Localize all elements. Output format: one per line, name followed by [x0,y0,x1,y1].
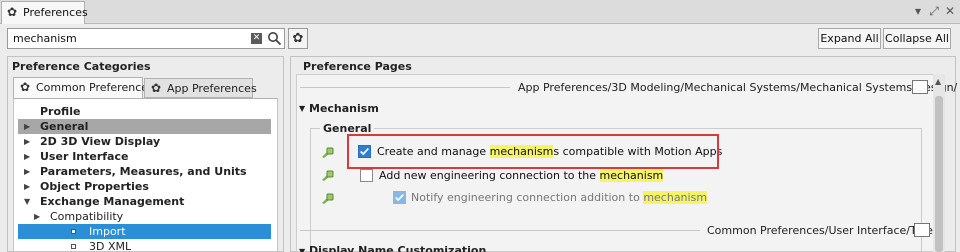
expanded-arrow-icon[interactable]: ▼ [24,194,30,209]
path-link[interactable]: Common Preferences/User Interface/Tree/ [707,224,937,237]
minimize-chevron-icon[interactable]: ▾ [912,4,924,18]
gear-icon: ✿ [7,5,18,19]
open-page-icon[interactable] [914,223,930,237]
expand-arrow-icon: ▼ [299,104,306,113]
path-link[interactable]: App Preferences/3D Modeling/Mechanical S… [518,81,957,94]
tree-item[interactable]: 3D XML [18,239,271,252]
tab-title: Preferences [23,6,88,19]
tree-item[interactable]: ▶ User Interface [18,149,271,164]
tab-common-preferences[interactable]: ✿ Common Preferences [13,77,154,99]
maximize-icon[interactable]: ⤢ [928,4,940,18]
pages-title: Preference Pages [303,60,412,73]
tree-item-label: Compatibility [50,210,124,223]
tree-item[interactable]: Import [18,224,271,239]
section-header-mechanism[interactable]: ▼ Mechanism [299,102,379,115]
tree-item-label: Import [89,225,126,238]
lock-pin-icon[interactable] [321,146,335,159]
tree-item[interactable]: ▶ Parameters, Measures, and Units [18,164,271,179]
collapsed-arrow-icon[interactable]: ▶ [24,134,30,149]
title-bar [0,0,960,24]
expand-all-button[interactable]: Expand All [818,28,881,49]
close-icon[interactable]: ✕ [944,4,956,18]
tree-item[interactable]: ▶ 2D 3D View Display [18,134,271,149]
search-icon[interactable] [267,31,282,46]
tree-item-label: User Interface [40,150,129,163]
tree-item-label: Exchange Management [40,195,185,208]
annotation-highlight-box [347,134,719,169]
tree-item-label: General [40,120,89,133]
leaf-node-icon [71,244,76,249]
collapsed-arrow-icon[interactable]: ▶ [24,119,30,134]
collapsed-arrow-icon[interactable]: ▶ [24,149,30,164]
tree-item-label: 3D XML [89,240,132,252]
tab-label: App Preferences [167,82,257,95]
tab-app-preferences[interactable]: ✿ App Preferences [144,78,257,98]
tree-item[interactable]: ▼ Exchange Management [18,194,271,209]
categories-title: Preference Categories [12,60,151,73]
tree-item-label: 2D 3D View Display [40,135,161,148]
divider [300,230,700,231]
gear-icon: ✿ [151,81,162,95]
option2-label: Add new engineering connection to the me… [379,169,664,182]
section-header-display-name[interactable]: ▼ Display Name Customization [299,244,486,252]
lock-pin-icon[interactable] [321,192,335,205]
collapsed-arrow-icon[interactable]: ▶ [24,179,30,194]
tree-item[interactable]: ▶ Compatibility [18,209,271,224]
tree-item[interactable]: Profile [18,104,271,119]
tree-item[interactable]: ▶ Object Properties [18,179,271,194]
preferences-tab[interactable]: ✿ Preferences [1,1,88,24]
clear-search-icon[interactable]: ✕ [251,33,262,44]
section-title: Display Name Customization [309,244,487,252]
open-page-icon[interactable] [912,80,928,94]
search-box: ✕ [7,28,285,49]
collapse-all-button[interactable]: Collapse All [883,28,951,49]
tree-item-label: Parameters, Measures, and Units [40,165,247,178]
section-title: Mechanism [309,102,379,115]
gear-icon: ✿ [20,80,31,94]
collapsed-arrow-icon[interactable]: ▶ [24,164,30,179]
scrollbar-thumb[interactable] [935,96,943,252]
option3-checkbox [393,191,406,204]
tree-item-label: Object Properties [40,180,149,193]
divider [300,87,510,88]
tree-item-label: Profile [40,105,81,118]
settings-gear-button[interactable]: ✿ [288,28,308,49]
tree-item[interactable]: ▶ General [18,119,271,134]
lock-pin-icon[interactable] [321,169,335,182]
search-input[interactable] [13,31,243,46]
scroll-up-arrow-icon[interactable]: ▲ [935,77,941,86]
collapsed-arrow-icon[interactable]: ▶ [34,209,40,224]
leaf-node-icon [71,229,76,234]
option3-label: Notify engineering connection addition t… [411,191,708,204]
expand-arrow-icon: ▼ [299,247,306,252]
option2-checkbox[interactable] [360,169,373,182]
tab-label: Common Preferences [36,81,154,94]
